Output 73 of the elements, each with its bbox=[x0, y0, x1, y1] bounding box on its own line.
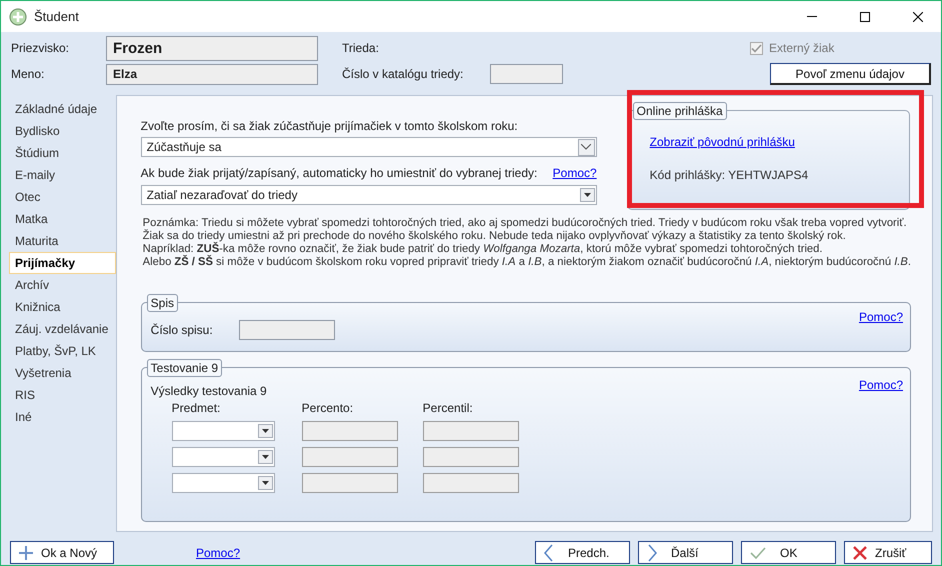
next-button[interactable]: Ďalší bbox=[638, 541, 733, 564]
note-text: Poznámka: Triedu si môžete vybrať spomedzi tohtoročných tried, ako aj spomedzi budúcoročných tried. Triedy v budúcom roku však treba vopred vytvoriť. Žiak sa do triedy umiestni až pri prechode do nového školského roku. Nebude teda nijako ovplyvňovať výkazy a štatistiky za tento školský rok. Napríklad: ZUŠ-ka môže rovno označiť, že žiak bude patriť do triedy Wolfganga Mozarta, ktorú môže vybrať spomedzi tohtoročných tried. Alebo ZŠ / SŠ si môže v budúcom školskom roku vopred pripraviť triedy I.A a I.B, a niektorým žiakom označiť budúcoročnú I.A, niektorým budúcoročnú I.B. bbox=[142, 217, 911, 269]
cancel-button[interactable]: Zrušiť bbox=[844, 541, 932, 564]
class-assign-label: Ak bude žiak prijatý/zapísaný, automaticky ho umiestniť do vybranej triedy: bbox=[140, 166, 538, 180]
results-label: Výsledky testovania 9 bbox=[150, 384, 267, 398]
column-label: Percento: bbox=[302, 401, 354, 415]
percent-field[interactable] bbox=[302, 421, 398, 441]
help-link[interactable]: Pomoc? bbox=[552, 166, 597, 180]
close-icon bbox=[913, 12, 923, 22]
caret-icon bbox=[584, 193, 591, 197]
caret-icon bbox=[262, 455, 269, 459]
class-label: Trieda: bbox=[342, 41, 380, 55]
participation-dropdown[interactable]: Zúčastňuje sa bbox=[140, 137, 597, 157]
student-plus-icon bbox=[9, 8, 27, 26]
caret-icon bbox=[262, 481, 269, 485]
caret-icon bbox=[262, 429, 269, 433]
sidebar-item[interactable]: Základné údaje bbox=[9, 98, 116, 120]
sidebar-item[interactable]: Bydlisko bbox=[9, 120, 116, 142]
surname-label: Priezvisko: bbox=[11, 41, 70, 55]
checkmark-icon bbox=[751, 44, 762, 52]
chevron-down-icon bbox=[581, 144, 592, 150]
sidebar-item[interactable]: Záuj. vzdelávanie bbox=[9, 318, 116, 340]
percent-field[interactable] bbox=[302, 473, 398, 493]
catalog-number-field[interactable] bbox=[490, 64, 563, 84]
help-link[interactable]: Pomoc? bbox=[858, 310, 903, 324]
minimize-icon bbox=[807, 16, 817, 17]
class-dropdown[interactable]: Zatiaľ nezaraďovať do triedy bbox=[140, 185, 597, 205]
chevron-left-icon bbox=[544, 544, 554, 562]
group-title: Spis bbox=[146, 294, 178, 312]
name-field[interactable]: Elza bbox=[106, 64, 318, 84]
participation-label: Zvoľte prosím, či sa žiak zúčastňuje prijímačiek v tomto školskom roku: bbox=[140, 119, 519, 133]
subject-dropdown[interactable] bbox=[172, 447, 275, 467]
original-application-link[interactable]: Zobraziť pôvodnú prihlášku bbox=[650, 135, 795, 149]
sidebar-item[interactable]: E-maily bbox=[9, 164, 116, 186]
catalog-number-label: Číslo v katalógu triedy: bbox=[342, 67, 464, 81]
file-number-field[interactable] bbox=[238, 320, 335, 340]
sidebar-item[interactable]: Knižnica bbox=[9, 296, 116, 318]
column-label: Predmet: bbox=[172, 401, 222, 415]
subject-dropdown[interactable] bbox=[172, 473, 275, 493]
close-icon bbox=[853, 546, 867, 560]
application-code: Kód prihlášky: YEHTWJAPS4 bbox=[650, 168, 810, 182]
name-label: Meno: bbox=[11, 67, 46, 81]
help-link[interactable]: Pomoc? bbox=[196, 546, 535, 560]
help-link[interactable]: Pomoc? bbox=[858, 378, 903, 392]
percentile-field[interactable] bbox=[422, 447, 519, 467]
allow-edit-button[interactable]: Povoľ zmenu údajov bbox=[770, 63, 931, 85]
sidebar-item[interactable]: Štúdium bbox=[9, 142, 116, 164]
column-label: Percentil: bbox=[422, 401, 474, 415]
sidebar-item[interactable]: Otec bbox=[9, 186, 116, 208]
sidebar-item[interactable]: Vyšetrenia bbox=[9, 362, 116, 384]
group-title: Online prihláška bbox=[632, 102, 727, 120]
maximize-icon bbox=[860, 12, 870, 22]
file-number-label: Číslo spisu: bbox=[150, 323, 213, 337]
surname-field[interactable]: Frozen bbox=[106, 36, 318, 60]
sidebar-item[interactable]: Prijímačky bbox=[9, 252, 116, 274]
percent-field[interactable] bbox=[302, 447, 398, 467]
window-title: Študent bbox=[34, 9, 80, 24]
sidebar-item[interactable]: Archív bbox=[9, 274, 116, 296]
previous-button[interactable]: Predch. bbox=[535, 541, 630, 564]
ok-new-button[interactable]: Ok a Nový bbox=[10, 541, 114, 564]
sidebar-item[interactable]: RIS bbox=[9, 384, 116, 406]
sidebar-item[interactable]: Maturita bbox=[9, 230, 116, 252]
percentile-field[interactable] bbox=[422, 473, 519, 493]
chevron-right-icon bbox=[647, 544, 657, 562]
group-title: Testovanie 9 bbox=[146, 359, 222, 377]
sidebar-item[interactable]: Iné bbox=[9, 406, 116, 428]
subject-dropdown[interactable] bbox=[172, 421, 275, 441]
plus-icon bbox=[19, 546, 33, 560]
ok-button[interactable]: OK bbox=[741, 541, 836, 564]
percentile-field[interactable] bbox=[422, 421, 519, 441]
sidebar-item[interactable]: Platby, ŠvP, LK bbox=[9, 340, 116, 362]
sidebar-item[interactable]: Matka bbox=[9, 208, 116, 230]
check-icon bbox=[750, 546, 766, 558]
